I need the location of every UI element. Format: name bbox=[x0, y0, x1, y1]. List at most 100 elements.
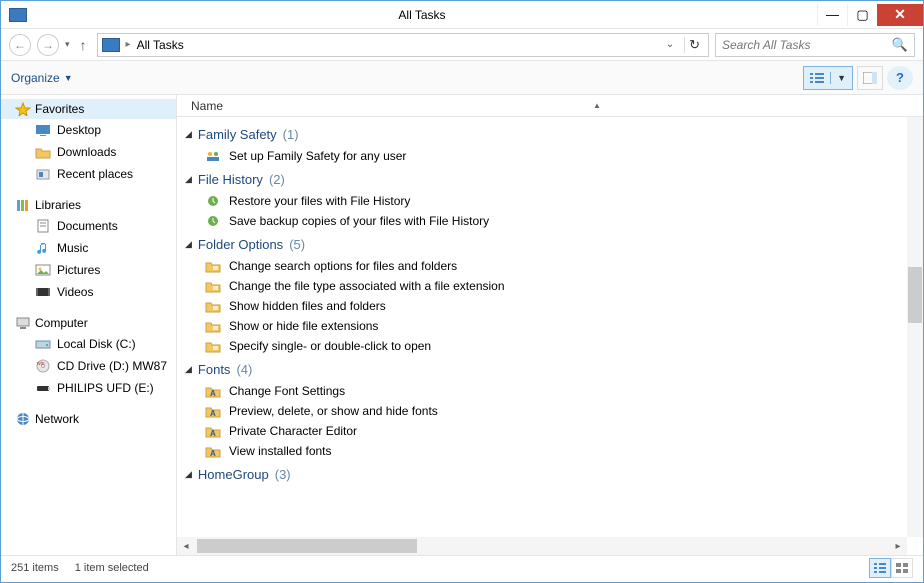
svg-text:A: A bbox=[210, 429, 216, 438]
task-item[interactable]: Restore your files with File History bbox=[177, 191, 923, 211]
content-pane[interactable]: Name ▲ ◢Family Safety (1) Set up Family S… bbox=[177, 95, 923, 555]
sidebar-group-libraries[interactable]: Libraries bbox=[1, 195, 176, 215]
task-item[interactable]: Save backup copies of your files with Fi… bbox=[177, 211, 923, 231]
horizontal-scroll-thumb[interactable] bbox=[197, 539, 417, 553]
task-label: Show or hide file extensions bbox=[229, 319, 378, 333]
task-label: Private Character Editor bbox=[229, 424, 357, 438]
preview-pane-button[interactable] bbox=[857, 66, 883, 90]
network-icon bbox=[15, 412, 31, 426]
sidebar-group-network[interactable]: Network bbox=[1, 409, 176, 429]
collapse-icon: ◢ bbox=[185, 469, 192, 480]
details-view-icon[interactable] bbox=[804, 72, 831, 84]
sidebar-item-label: Videos bbox=[57, 284, 93, 300]
minimize-button[interactable]: — bbox=[817, 4, 847, 26]
task-item[interactable]: AView installed fonts bbox=[177, 441, 923, 461]
sidebar-item-desktop[interactable]: Desktop bbox=[1, 119, 176, 141]
task-label: Preview, delete, or show and hide fonts bbox=[229, 404, 438, 418]
group-header-folder-options[interactable]: ◢Folder Options (5) bbox=[177, 231, 923, 256]
sidebar-item-recent-places[interactable]: Recent places bbox=[1, 163, 176, 185]
view-mode-button[interactable]: ▼ bbox=[803, 66, 853, 90]
task-label: Save backup copies of your files with Fi… bbox=[229, 214, 489, 228]
icons-view-statusbtn[interactable] bbox=[891, 558, 913, 578]
address-bar[interactable]: ▸ All Tasks ⌄ ↻ bbox=[97, 33, 709, 57]
usb-icon bbox=[35, 381, 51, 395]
sidebar-item-music[interactable]: Music bbox=[1, 237, 176, 259]
sidebar-group-computer[interactable]: Computer bbox=[1, 313, 176, 333]
address-history-dropdown[interactable]: ⌄ bbox=[662, 39, 678, 50]
group-header-homegroup[interactable]: ◢HomeGroup (3) bbox=[177, 461, 923, 486]
task-item[interactable]: Show hidden files and folders bbox=[177, 296, 923, 316]
font-icon: A bbox=[205, 423, 221, 439]
sidebar-group-label: Computer bbox=[35, 316, 88, 330]
sidebar-item-local-disk-c-[interactable]: Local Disk (C:) bbox=[1, 333, 176, 355]
close-button[interactable]: ✕ bbox=[877, 4, 923, 26]
details-view-statusbtn[interactable] bbox=[869, 558, 891, 578]
task-item[interactable]: AChange Font Settings bbox=[177, 381, 923, 401]
task-item[interactable]: A Private Character Editor bbox=[177, 421, 923, 441]
sidebar-item-cd-drive-d-mw87[interactable]: winCD Drive (D:) MW87 bbox=[1, 355, 176, 377]
group-header-family-safety[interactable]: ◢Family Safety (1) bbox=[177, 121, 923, 146]
task-item[interactable]: Change the file type associated with a f… bbox=[177, 276, 923, 296]
folderopt-icon bbox=[205, 278, 221, 294]
svg-text:win: win bbox=[37, 361, 45, 367]
vertical-scroll-thumb[interactable] bbox=[908, 267, 922, 323]
help-button[interactable]: ? bbox=[887, 66, 913, 90]
scroll-right-icon[interactable]: ▸ bbox=[889, 541, 907, 552]
group-header-fonts[interactable]: ◢Fonts (4) bbox=[177, 356, 923, 381]
desktop-icon bbox=[35, 123, 51, 137]
back-button[interactable]: ← bbox=[9, 34, 31, 56]
doc-icon bbox=[35, 219, 51, 233]
folderopt-icon bbox=[205, 318, 221, 334]
up-button[interactable]: ↑ bbox=[76, 37, 91, 53]
sidebar-group-favorites[interactable]: Favorites bbox=[1, 99, 176, 119]
breadcrumb-location[interactable]: All Tasks bbox=[137, 38, 184, 52]
sidebar-item-philips-ufd-e-[interactable]: PHILIPS UFD (E:) bbox=[1, 377, 176, 399]
sidebar-item-label: Documents bbox=[57, 218, 118, 234]
maximize-button[interactable]: ▢ bbox=[847, 4, 877, 26]
group-title: Fonts bbox=[198, 362, 231, 377]
status-bar: 251 items 1 item selected bbox=[1, 555, 923, 579]
refresh-button[interactable]: ↻ bbox=[684, 37, 704, 53]
sidebar-item-downloads[interactable]: Downloads bbox=[1, 141, 176, 163]
cd-icon: win bbox=[35, 359, 51, 373]
horizontal-scrollbar[interactable]: ◂ ▸ bbox=[177, 537, 907, 555]
search-input[interactable] bbox=[722, 38, 892, 52]
scroll-left-icon[interactable]: ◂ bbox=[177, 541, 195, 552]
forward-button[interactable]: → bbox=[37, 34, 59, 56]
vertical-scrollbar[interactable] bbox=[907, 117, 923, 537]
font-icon: A bbox=[205, 383, 221, 399]
group-title: Folder Options bbox=[198, 237, 283, 252]
sidebar-item-label: Recent places bbox=[57, 166, 133, 182]
navigation-pane[interactable]: Favorites Desktop Downloads Recent places Li… bbox=[1, 95, 177, 555]
sidebar-group-label: Libraries bbox=[35, 198, 81, 212]
task-label: Set up Family Safety for any user bbox=[229, 149, 406, 163]
search-icon: 🔍 bbox=[892, 37, 908, 53]
group-count: (1) bbox=[283, 127, 299, 142]
group-header-file-history[interactable]: ◢File History (2) bbox=[177, 166, 923, 191]
restore-icon bbox=[205, 193, 221, 209]
sidebar-item-label: Downloads bbox=[57, 144, 116, 160]
view-dropdown-icon[interactable]: ▼ bbox=[831, 73, 852, 83]
task-item[interactable]: Set up Family Safety for any user bbox=[177, 146, 923, 166]
collapse-icon: ◢ bbox=[185, 239, 192, 250]
group-count: (4) bbox=[236, 362, 252, 377]
sidebar-group-label: Favorites bbox=[35, 102, 84, 116]
sort-indicator-icon: ▲ bbox=[593, 101, 601, 110]
task-item[interactable]: Show or hide file extensions bbox=[177, 316, 923, 336]
column-header-name[interactable]: Name ▲ bbox=[177, 95, 923, 117]
sidebar-item-pictures[interactable]: Pictures bbox=[1, 259, 176, 281]
search-box[interactable]: 🔍 bbox=[715, 33, 915, 57]
task-item[interactable]: A Preview, delete, or show and hide fonts bbox=[177, 401, 923, 421]
folderopt-icon bbox=[205, 258, 221, 274]
sidebar-item-videos[interactable]: Videos bbox=[1, 281, 176, 303]
svg-text:A: A bbox=[210, 409, 216, 418]
recent-locations-dropdown[interactable]: ▾ bbox=[65, 39, 70, 50]
task-item[interactable]: Specify single- or double-click to open bbox=[177, 336, 923, 356]
sidebar-item-documents[interactable]: Documents bbox=[1, 215, 176, 237]
svg-text:A: A bbox=[210, 449, 216, 458]
chevron-down-icon: ▼ bbox=[64, 73, 73, 83]
sidebar-item-label: Music bbox=[57, 240, 88, 256]
task-label: Change the file type associated with a f… bbox=[229, 279, 505, 293]
organize-menu[interactable]: Organize ▼ bbox=[11, 71, 73, 85]
task-item[interactable]: Change search options for files and fold… bbox=[177, 256, 923, 276]
